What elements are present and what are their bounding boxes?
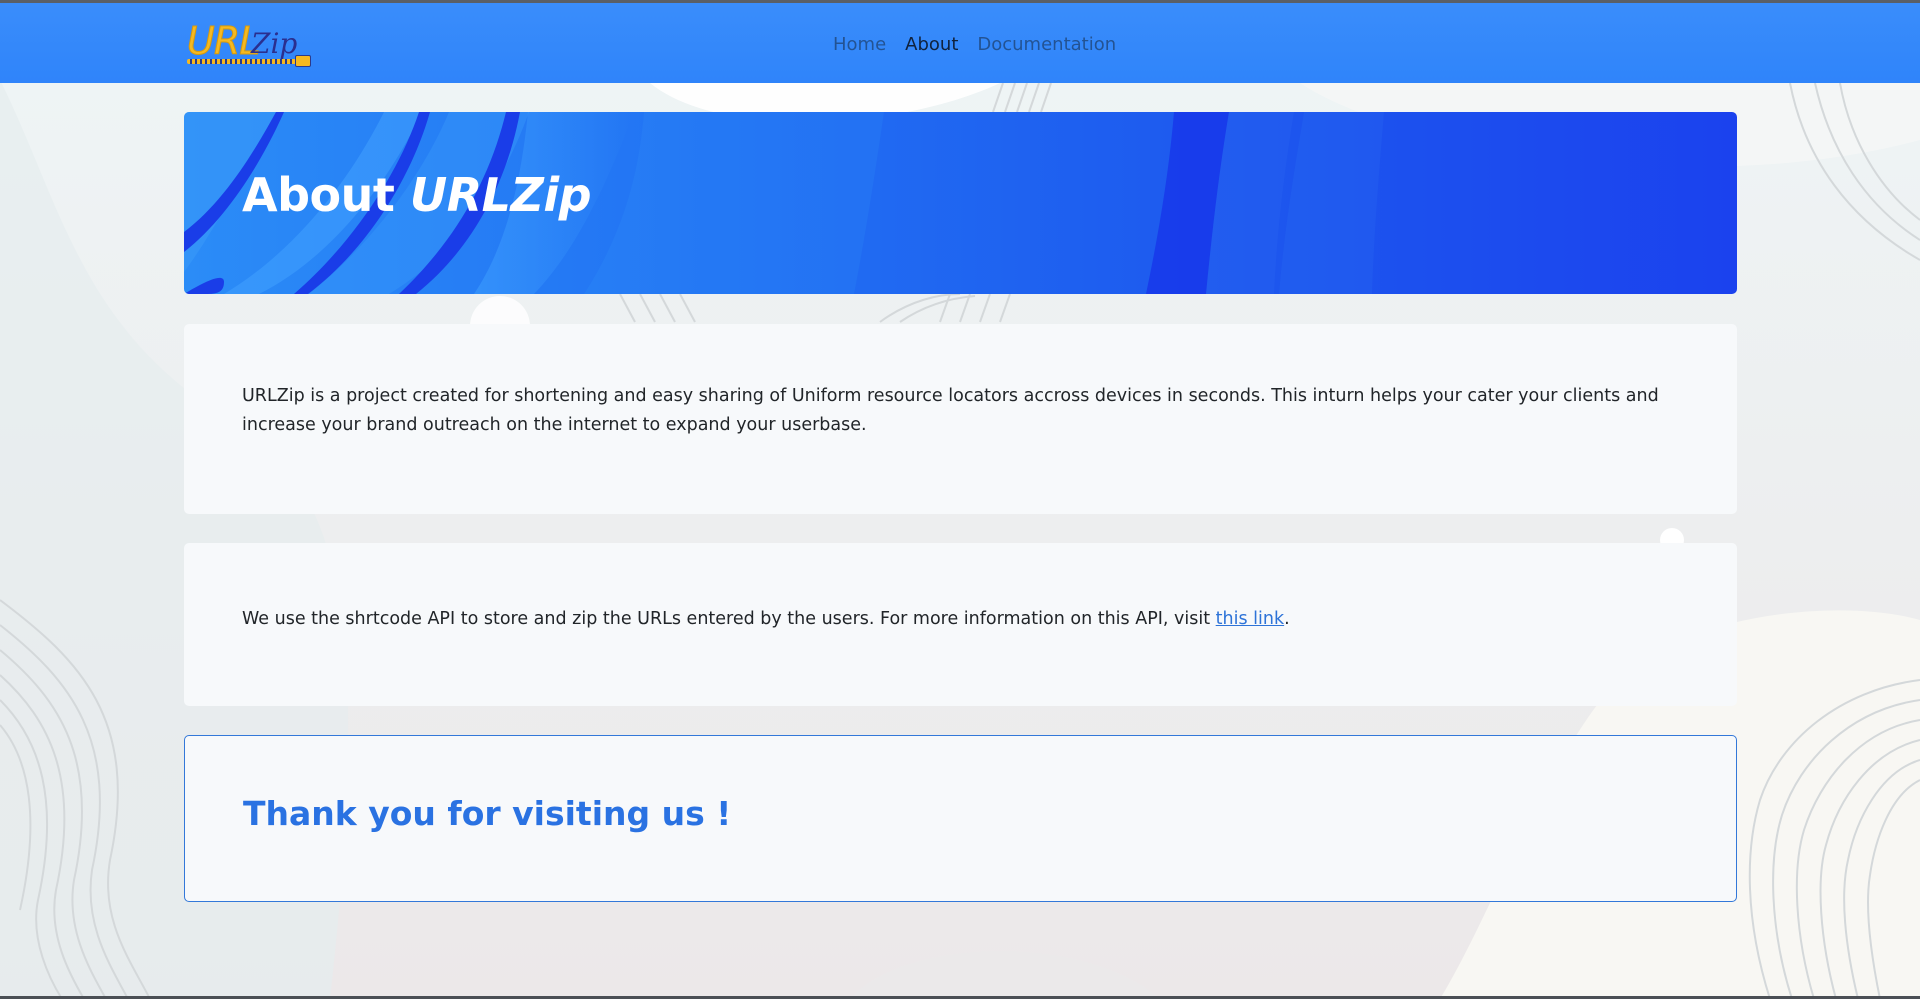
page-title: About URLZip [242,168,592,222]
api-info-card: We use the shrtcode API to store and zip… [184,543,1737,706]
main-content: About URLZip URLZip is a project created… [184,112,1737,902]
navbar: URL Zip Home About Documentation [0,3,1920,83]
about-description-text: URLZip is a project created for shorteni… [242,386,1659,435]
window-top-border [0,0,1920,3]
logo-wordmark: URL [186,19,260,64]
thank-you-card: Thank you for visiting us ! [184,735,1737,902]
nav-home-link[interactable]: Home [833,34,886,55]
nav-documentation-link[interactable]: Documentation [977,34,1116,55]
api-info-prefix: We use the shrtcode API to store and zip… [242,609,1216,629]
title-brand-text: URLZip [409,168,592,222]
api-info-suffix: . [1284,609,1290,629]
nav-about-link[interactable]: About [905,34,958,55]
logo-script-text: Zip [251,27,298,60]
thank-you-heading: Thank you for visiting us ! [243,794,732,833]
title-plain-text: About [242,168,410,222]
shrtcode-api-link[interactable]: this link [1216,609,1284,629]
main-nav: Home About Documentation [833,34,1135,55]
zipper-icon [187,59,309,64]
about-hero-banner: About URLZip [184,112,1737,294]
zipper-pull-icon [295,55,311,67]
urlzip-logo[interactable]: URL Zip [183,17,313,69]
about-description-card: URLZip is a project created for shorteni… [184,324,1737,514]
api-info-text: We use the shrtcode API to store and zip… [242,605,1679,634]
